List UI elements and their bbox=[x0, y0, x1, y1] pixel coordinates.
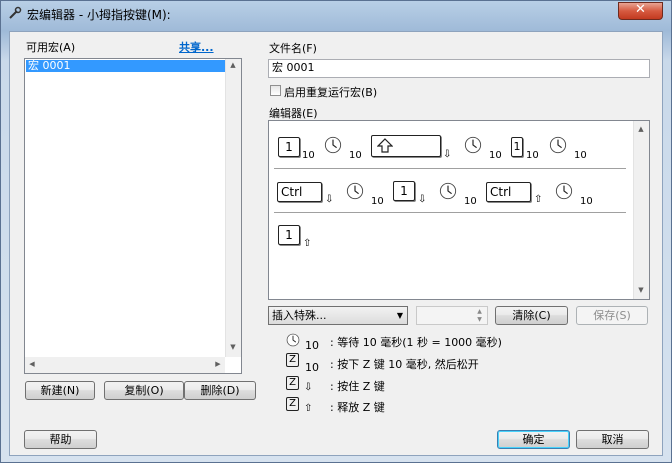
ctrl-key[interactable]: Ctrl bbox=[486, 182, 531, 202]
ctrl-key[interactable]: Ctrl bbox=[277, 182, 322, 202]
new-macro-button[interactable]: 新建(N) bbox=[25, 381, 95, 400]
save-button[interactable]: 保存(S) bbox=[576, 306, 648, 325]
insert-special-dropdown[interactable]: 插入特殊... ▼ bbox=[268, 306, 408, 325]
key-up-icon: ⇧ bbox=[303, 238, 312, 249]
key-down-icon: ⇩ bbox=[325, 194, 334, 205]
legend-key-icon: Z bbox=[286, 397, 299, 411]
close-icon: ✕ bbox=[635, 2, 646, 17]
help-button[interactable]: 帮助 bbox=[24, 430, 97, 449]
row-separator bbox=[274, 212, 626, 213]
insert-special-value: 插入特殊... bbox=[272, 309, 327, 322]
macro-editor-window: 宏编辑器 - 小拇指按键(M): ✕ 可用宏(A) 共享... 宏 0001 ▲… bbox=[0, 0, 672, 463]
filename-label: 文件名(F) bbox=[269, 42, 317, 55]
filename-input[interactable]: 宏 0001 bbox=[268, 59, 650, 78]
editor-vscroll[interactable]: ▲ ▼ bbox=[633, 121, 649, 299]
delete-macro-button[interactable]: 删除(D) bbox=[184, 381, 256, 400]
chevron-down-icon: ▼ bbox=[396, 311, 403, 320]
key-1-down[interactable]: 1 bbox=[393, 181, 415, 201]
key-down-icon: ⇩ bbox=[304, 382, 313, 393]
macro-list-hscroll[interactable]: ◀ ▶ bbox=[25, 357, 225, 373]
legend-wait-value: 10 bbox=[305, 339, 319, 352]
macro-list-item[interactable]: 宏 0001 bbox=[26, 60, 237, 72]
legend-press-value: 10 bbox=[305, 361, 319, 374]
delay-value: 10 bbox=[302, 150, 315, 161]
window-title: 宏编辑器 - 小拇指按键(M): bbox=[27, 8, 171, 22]
delay-value: 10 bbox=[349, 150, 362, 161]
clear-button[interactable]: 清除(C) bbox=[495, 306, 568, 325]
cancel-button[interactable]: 取消 bbox=[576, 430, 649, 449]
row-separator bbox=[274, 168, 626, 169]
clock-icon bbox=[346, 182, 364, 200]
delay-value: 10 bbox=[489, 150, 502, 161]
clock-icon bbox=[464, 136, 482, 154]
key-1-press[interactable]: 1 bbox=[511, 137, 523, 157]
legend-release-text: : 释放 Z 键 bbox=[330, 401, 385, 414]
available-macros-label: 可用宏(A) bbox=[26, 41, 76, 54]
macro-list-vscroll[interactable]: ▲ ▼ bbox=[225, 59, 241, 357]
key-1-press[interactable]: 1 bbox=[278, 137, 300, 157]
copy-macro-button[interactable]: 复制(O) bbox=[104, 381, 184, 400]
key-1-release[interactable]: 1 bbox=[278, 225, 300, 245]
legend-key-icon: Z bbox=[286, 353, 299, 367]
share-link[interactable]: 共享... bbox=[179, 39, 214, 55]
close-button[interactable]: ✕ bbox=[618, 2, 663, 20]
ok-button[interactable]: 确定 bbox=[497, 430, 570, 449]
delay-value: 10 bbox=[574, 150, 587, 161]
delay-value: 10 bbox=[580, 196, 593, 207]
legend-hold-text: : 按住 Z 键 bbox=[330, 380, 385, 393]
clock-icon bbox=[555, 182, 573, 200]
key-down-icon: ⇩ bbox=[443, 149, 452, 160]
key-up-icon: ⇧ bbox=[534, 194, 543, 205]
scroll-up-icon[interactable]: ▲ bbox=[226, 61, 240, 69]
scroll-left-icon[interactable]: ◀ bbox=[25, 360, 39, 368]
key-up-icon: ⇧ bbox=[304, 403, 313, 414]
macro-editor-area[interactable]: 1 10 10 ⇩ 10 1 10 10 Ctrl ⇩ 10 1 ⇩ 10 Ct… bbox=[268, 120, 650, 300]
delay-spin-input[interactable]: ▲ ▼ bbox=[416, 306, 488, 325]
legend-press-text: : 按下 Z 键 10 毫秒, 然后松开 bbox=[330, 358, 479, 371]
repeat-label: 启用重复运行宏(B) bbox=[284, 86, 378, 99]
editor-label: 编辑器(E) bbox=[269, 107, 318, 120]
clock-icon bbox=[549, 136, 567, 154]
clock-icon bbox=[324, 136, 342, 154]
delay-value: 10 bbox=[526, 150, 539, 161]
spin-down-icon[interactable]: ▼ bbox=[473, 316, 486, 323]
macro-list[interactable]: 宏 0001 ▲ ▼ ◀ ▶ bbox=[24, 58, 242, 374]
title-bar[interactable]: 宏编辑器 - 小拇指按键(M): ✕ bbox=[1, 1, 671, 25]
delay-value: 10 bbox=[464, 196, 477, 207]
scroll-up-icon[interactable]: ▲ bbox=[634, 125, 648, 133]
scroll-down-icon[interactable]: ▼ bbox=[634, 286, 648, 294]
delay-value: 10 bbox=[371, 196, 384, 207]
repeat-checkbox[interactable] bbox=[270, 85, 281, 96]
shift-arrow-icon bbox=[377, 138, 393, 153]
scroll-right-icon[interactable]: ▶ bbox=[211, 360, 225, 368]
clock-icon bbox=[286, 333, 300, 347]
spin-up-icon[interactable]: ▲ bbox=[473, 308, 486, 315]
shift-key[interactable] bbox=[371, 135, 441, 157]
clock-icon bbox=[439, 182, 457, 200]
scroll-down-icon[interactable]: ▼ bbox=[226, 343, 240, 351]
app-icon bbox=[9, 6, 22, 19]
dialog-body: 可用宏(A) 共享... 宏 0001 ▲ ▼ ◀ ▶ 新建(N) 复制(O) … bbox=[9, 31, 663, 456]
legend-key-icon: Z bbox=[286, 376, 299, 390]
legend-wait-text: : 等待 10 毫秒(1 秒 = 1000 毫秒) bbox=[330, 336, 502, 349]
key-down-icon: ⇩ bbox=[418, 194, 427, 205]
